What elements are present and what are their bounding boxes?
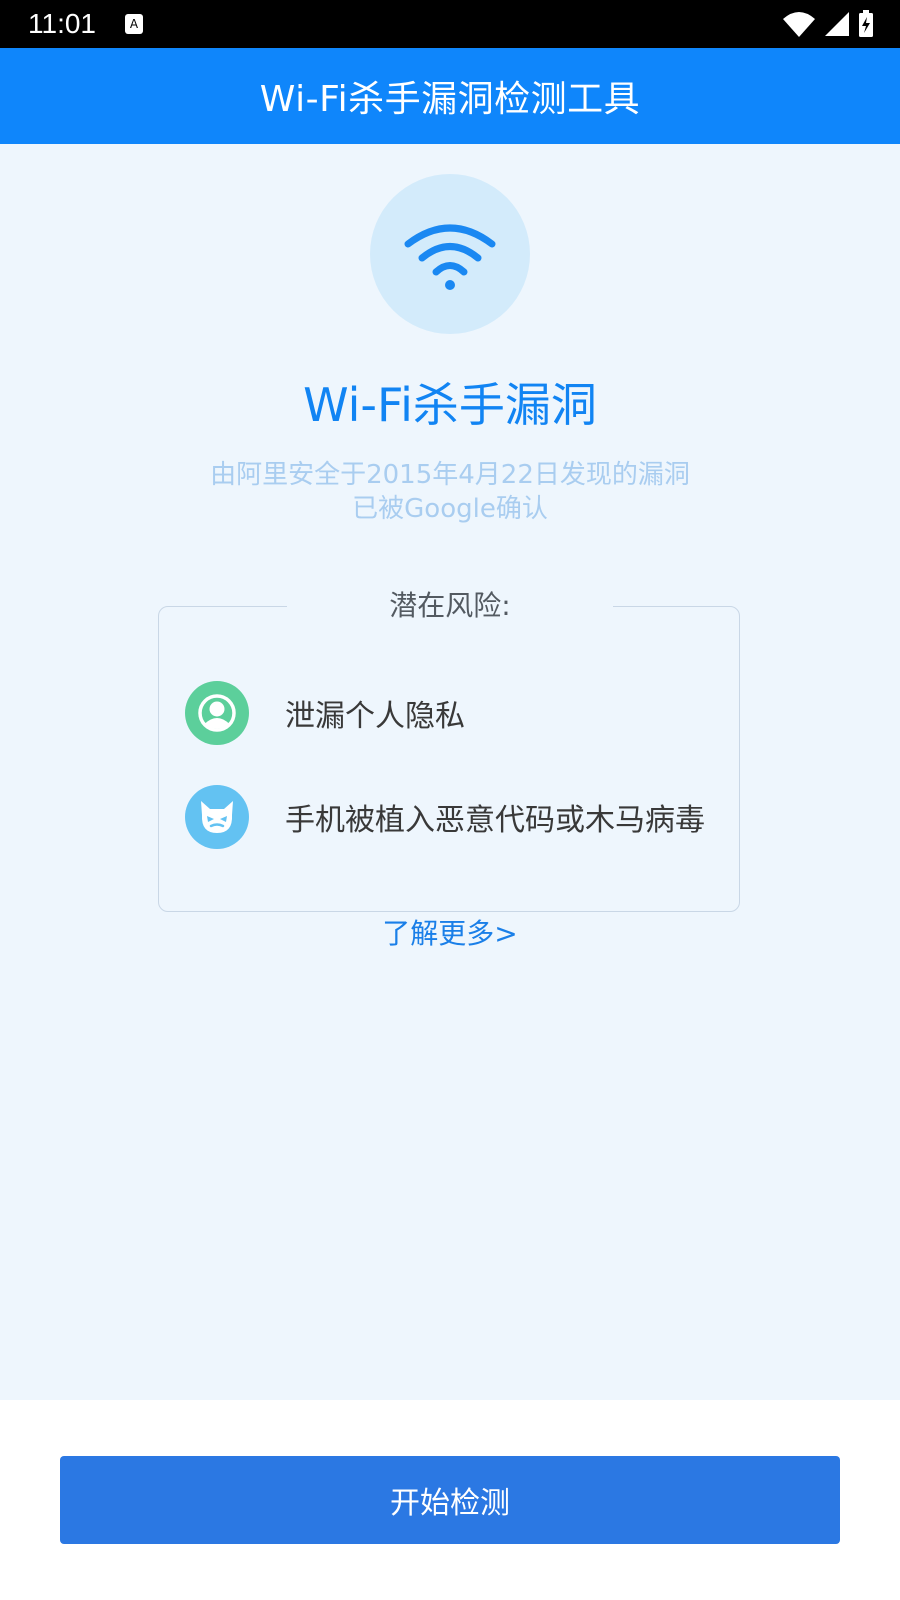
risk-label-malware: 手机被植入恶意代码或木马病毒 [285, 803, 705, 838]
status-bar: 11:01 A [0, 0, 900, 48]
vulnerability-description: 由阿里安全于2015年4月22日发现的漏洞 已被Google确认 [0, 458, 900, 526]
cell-signal-icon [825, 12, 849, 36]
app-title: Wi-Fi杀手漏洞检测工具 [259, 79, 641, 120]
risk-panel-title: 潜在风险: [287, 585, 613, 627]
footer: 开始检测 [0, 1400, 900, 1600]
main-content: Wi-Fi杀手漏洞 由阿里安全于2015年4月22日发现的漏洞 已被Google… [0, 144, 900, 1400]
learn-more-link[interactable]: 了解更多> [0, 914, 900, 954]
wifi-badge [370, 174, 530, 334]
status-time: 11:01 [28, 8, 96, 39]
devil-malware-icon [185, 785, 249, 849]
wifi-icon [404, 224, 496, 290]
keyboard-a-icon: A [125, 14, 143, 34]
description-line-2: 已被Google确认 [352, 494, 548, 524]
risk-label-privacy: 泄漏个人隐私 [285, 699, 465, 734]
vulnerability-title: Wi-Fi杀手漏洞 [303, 378, 597, 432]
risk-item-privacy: 泄漏个人隐私 [185, 681, 465, 745]
description-line-1: 由阿里安全于2015年4月22日发现的漏洞 [210, 460, 690, 490]
app-header: Wi-Fi杀手漏洞检测工具 [0, 48, 900, 144]
battery-charging-icon [859, 10, 873, 37]
wifi-signal-icon [783, 12, 815, 37]
svg-text:A: A [130, 17, 139, 31]
user-privacy-icon [185, 681, 249, 745]
start-scan-button[interactable]: 开始检测 [60, 1456, 840, 1544]
risk-panel: 潜在风险: 泄漏个人隐私 手机被植入恶意代码或木马病毒 [158, 585, 740, 912]
risk-item-malware: 手机被植入恶意代码或木马病毒 [185, 785, 705, 849]
status-icons [782, 10, 874, 38]
